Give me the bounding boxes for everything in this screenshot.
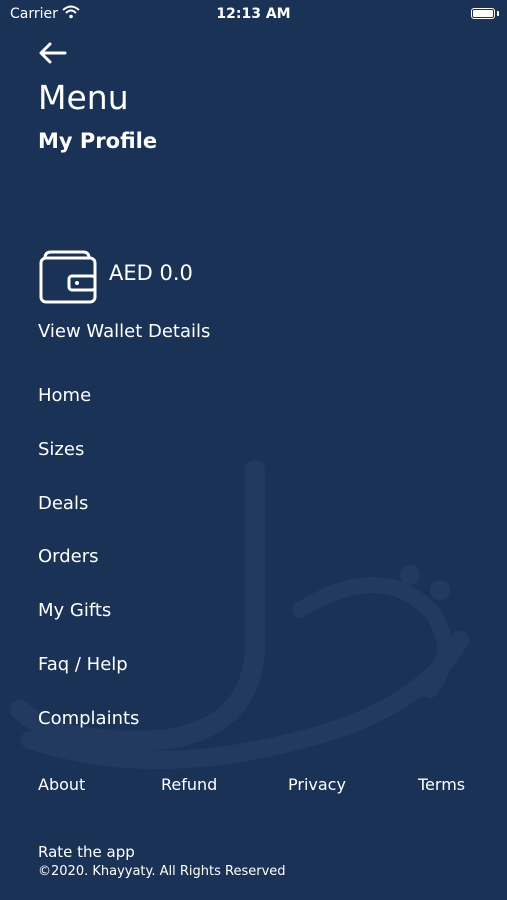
footer-link-privacy[interactable]: Privacy xyxy=(288,775,346,794)
nav-item-complaints[interactable]: Complaints xyxy=(38,708,139,729)
nav-item-sizes[interactable]: Sizes xyxy=(38,439,84,460)
my-profile-link[interactable]: My Profile xyxy=(38,129,157,153)
copyright-text: ©2020. Khayyaty. All Rights Reserved xyxy=(38,864,286,879)
back-arrow-icon[interactable] xyxy=(38,40,68,66)
nav-item-deals[interactable]: Deals xyxy=(38,493,88,514)
view-wallet-details-link[interactable]: View Wallet Details xyxy=(38,321,210,342)
footer-link-about[interactable]: About xyxy=(38,775,85,794)
footer-link-terms[interactable]: Terms xyxy=(418,775,465,794)
battery-tip xyxy=(497,11,499,16)
nav-item-home[interactable]: Home xyxy=(38,385,91,406)
nav-item-faq-help[interactable]: Faq / Help xyxy=(38,654,128,675)
footer-link-refund[interactable]: Refund xyxy=(161,775,217,794)
page-title: Menu xyxy=(38,78,129,117)
nav-item-orders[interactable]: Orders xyxy=(38,546,99,567)
wallet-icon xyxy=(39,250,97,304)
status-time: 12:13 AM xyxy=(216,6,291,22)
status-bar: Carrier 12:13 AM xyxy=(0,0,507,28)
wallet-balance: AED 0.0 xyxy=(109,261,193,285)
nav-item-my-gifts[interactable]: My Gifts xyxy=(38,600,111,621)
battery-icon xyxy=(471,8,495,19)
rate-app-link[interactable]: Rate the app xyxy=(38,843,135,861)
